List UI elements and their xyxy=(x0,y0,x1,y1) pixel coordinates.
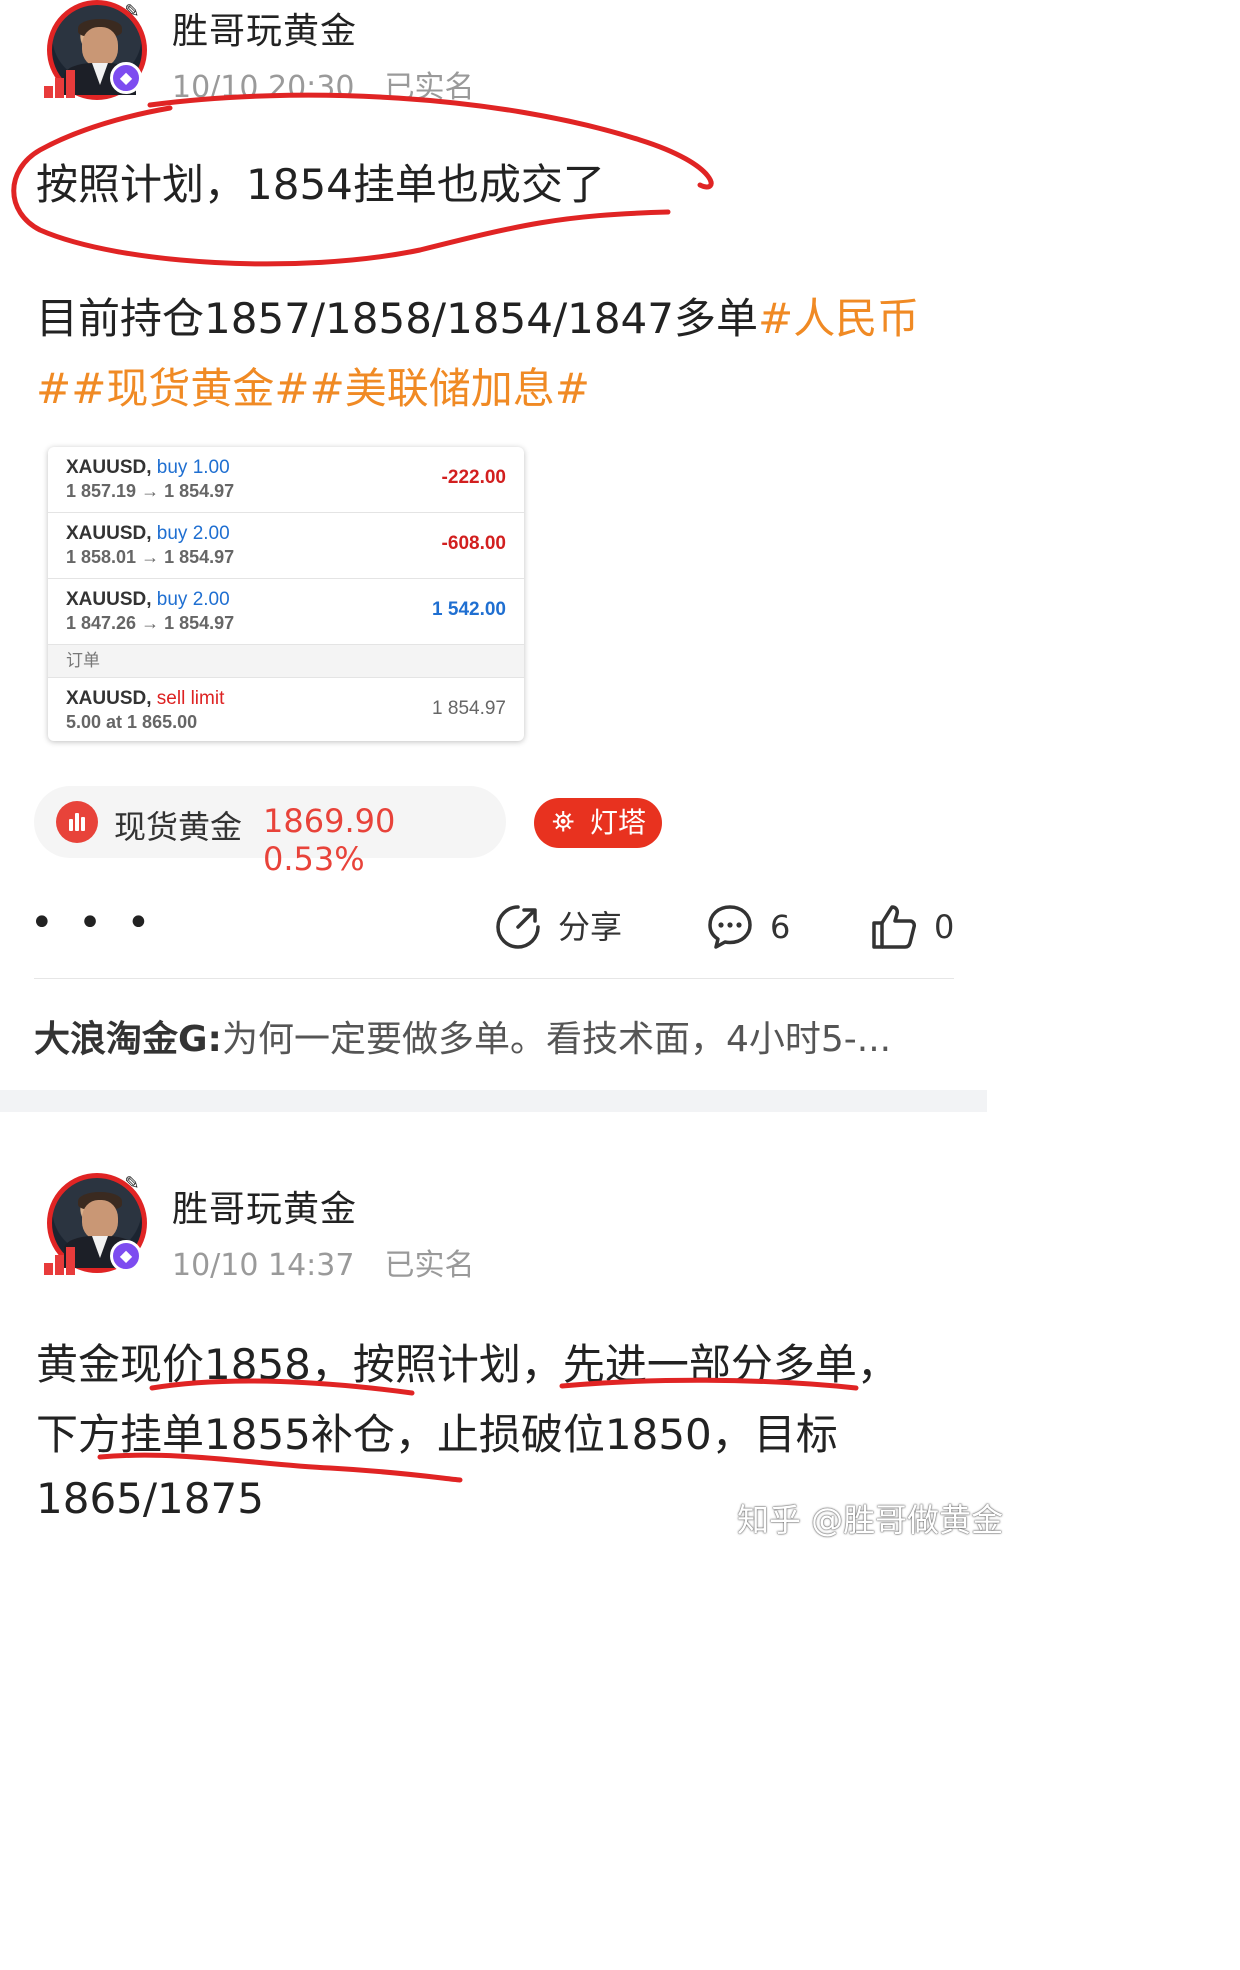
verified-label: 已实名 xyxy=(384,1248,475,1283)
post-time: 10/10 14:37 xyxy=(172,1248,355,1283)
level-bars-icon xyxy=(44,68,78,98)
vip-diamond-icon: ◆ xyxy=(110,62,142,94)
lighthouse-icon: ⛯ xyxy=(552,805,575,838)
comment-button[interactable]: 6 xyxy=(706,901,806,953)
trade-row: XAUUSD, buy 2.00 1 858.01 → 1 854.97 -60… xyxy=(48,513,524,579)
share-icon xyxy=(496,905,540,949)
username[interactable]: 胜哥玩黄金 xyxy=(172,2,357,54)
orders-header: 订单 xyxy=(48,645,524,678)
share-label: 分享 xyxy=(558,908,623,946)
watermark: 知乎 @胜哥做黄金 xyxy=(737,1501,1004,1539)
tag-badge-icon: ✎ xyxy=(124,1,140,22)
like-button[interactable]: 0 xyxy=(870,901,960,953)
thumbs-up-icon xyxy=(872,905,916,949)
lighthouse-button[interactable]: ⛯ 灯塔 xyxy=(534,798,662,848)
post-text-line1: 黄金现价1858，按照计划，先进一部分多单， xyxy=(36,1340,899,1389)
post-text-line2: 下方挂单1855补仓，止损破位1850，目标 xyxy=(36,1410,838,1459)
quote-value: 1869.90 0.53% xyxy=(263,802,396,878)
stock-quote-chip[interactable]: 现货黄金 1869.90 0.53% xyxy=(34,786,506,878)
hashtag-rmb[interactable]: #人民币 xyxy=(758,294,919,343)
post-separator xyxy=(0,1090,987,1112)
more-options-icon[interactable]: • • • xyxy=(30,903,156,943)
comment-text: 为何一定要做多单。看技术面，4小时5-... xyxy=(221,1019,892,1060)
comment-preview[interactable]: 大浪淘金G:为何一定要做多单。看技术面，4小时5-... xyxy=(34,1010,891,1062)
like-count: 0 xyxy=(934,908,955,946)
username[interactable]: 胜哥玩黄金 xyxy=(172,1180,357,1232)
comment-icon xyxy=(708,905,752,949)
order-row: XAUUSD, sell limit 5.00 at 1 865.00 1 85… xyxy=(66,688,506,732)
lighthouse-label: 灯塔 xyxy=(590,806,647,839)
trade-row: XAUUSD, buy 1.00 1 857.19 → 1 854.97 -22… xyxy=(48,447,524,513)
post-body-line1: 目前持仓1857/1858/1854/1847多单#人民币 xyxy=(36,284,919,354)
divider xyxy=(34,978,954,979)
vip-diamond-icon: ◆ xyxy=(110,1240,142,1272)
comment-count: 6 xyxy=(770,908,791,946)
level-bars-icon xyxy=(44,1245,78,1275)
hashtag-spot-gold[interactable]: ##现货黄金##美联储加息# xyxy=(36,354,590,424)
quote-name: 现货黄金 xyxy=(114,808,243,846)
trades-screenshot[interactable]: XAUUSD, buy 1.00 1 857.19 → 1 854.97 -22… xyxy=(48,447,524,741)
post-meta: 10/10 14:37 已实名 xyxy=(172,1240,474,1284)
post-text-line3: 1865/1875 xyxy=(36,1474,264,1523)
post-body-text: 目前持仓1857/1858/1854/1847多单 xyxy=(36,294,758,343)
chart-bars-icon xyxy=(56,801,98,843)
verified-label: 已实名 xyxy=(384,70,475,105)
post-time: 10/10 20:30 xyxy=(172,70,355,105)
tag-badge-icon: ✎ xyxy=(124,1173,140,1194)
post-meta: 10/10 20:30 已实名 xyxy=(172,62,474,106)
post-headline: 按照计划，1854挂单也成交了 xyxy=(36,160,605,209)
share-button[interactable]: 分享 xyxy=(494,901,634,953)
comment-author[interactable]: 大浪淘金G: xyxy=(34,1019,222,1060)
trade-row: XAUUSD, buy 2.00 1 847.26 → 1 854.97 1 5… xyxy=(48,579,524,645)
